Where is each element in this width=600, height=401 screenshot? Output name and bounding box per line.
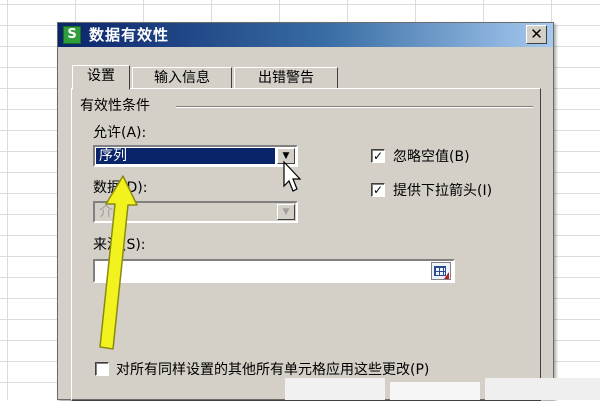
dropdown-arrow-label: 提供下拉箭头(I) bbox=[393, 183, 493, 199]
data-dropdown-button[interactable]: ▼ bbox=[277, 204, 295, 220]
ignore-blank-checkbox[interactable]: ✓ bbox=[371, 149, 385, 163]
data-select[interactable]: 介于 ▼ bbox=[93, 201, 298, 223]
blur-patch bbox=[285, 378, 385, 400]
tab-settings[interactable]: 设置 bbox=[72, 65, 130, 90]
allow-label: 允许(A): bbox=[93, 125, 147, 141]
data-select-value: 介于 bbox=[99, 204, 127, 220]
allow-select[interactable]: 序列 ▼ bbox=[93, 145, 298, 167]
source-input[interactable] bbox=[93, 259, 455, 283]
data-validation-dialog: S 数据有效性 ✕ 设置 输入信息 出错警告 有效性条件 允许(A): 序列 ▼… bbox=[57, 22, 554, 401]
dialog-titlebar[interactable]: S 数据有效性 ✕ bbox=[58, 23, 553, 47]
range-arrow-icon bbox=[444, 272, 449, 279]
source-label: 来源(S): bbox=[93, 237, 146, 253]
validation-criteria-group-title: 有效性条件 bbox=[80, 97, 154, 115]
blur-patch bbox=[390, 382, 480, 400]
apply-all-checkbox[interactable] bbox=[95, 362, 109, 376]
allow-select-value: 序列 bbox=[96, 148, 275, 164]
ignore-blank-label: 忽略空值(B) bbox=[393, 149, 470, 165]
allow-dropdown-button[interactable]: ▼ bbox=[277, 148, 295, 164]
blur-patch bbox=[485, 378, 600, 400]
data-label: 数据(D): bbox=[93, 180, 148, 196]
app-logo-icon: S bbox=[63, 26, 81, 44]
group-divider bbox=[176, 106, 533, 108]
dropdown-arrow-checkbox[interactable]: ✓ bbox=[371, 183, 385, 197]
dialog-title: 数据有效性 bbox=[89, 26, 170, 44]
tab-error-alert[interactable]: 出错警告 bbox=[234, 67, 338, 89]
range-select-button[interactable] bbox=[431, 262, 451, 280]
tab-input-message[interactable]: 输入信息 bbox=[132, 67, 232, 89]
close-button[interactable]: ✕ bbox=[526, 25, 547, 44]
apply-all-label: 对所有同样设置的其他所有单元格应用这些更改(P) bbox=[116, 362, 430, 378]
